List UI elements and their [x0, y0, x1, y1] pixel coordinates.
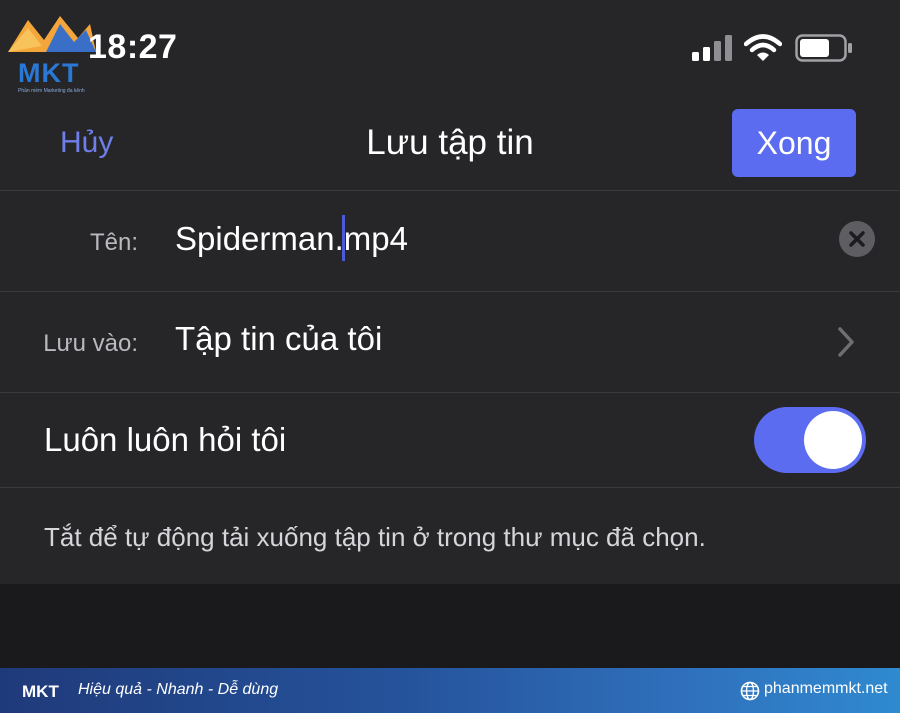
- clear-text-button[interactable]: [839, 221, 875, 257]
- save-location-row[interactable]: Lưu vào: Tập tin của tôi: [0, 292, 900, 393]
- wifi-icon: [744, 34, 782, 61]
- hint-text: Tắt để tự động tải xuống tập tin ở trong…: [44, 522, 706, 552]
- footer-slogan: Hiệu quả - Nhanh - Dễ dùng: [78, 681, 279, 698]
- always-ask-toggle[interactable]: [754, 407, 866, 473]
- file-name-input[interactable]: [172, 213, 808, 265]
- done-button[interactable]: Xong: [732, 109, 856, 177]
- globe-icon: [740, 681, 760, 701]
- footer-logo-text: MKT: [22, 682, 59, 701]
- status-bar: MKT Phần mềm Marketing đa kênh 18:27: [0, 0, 900, 95]
- save-location-label: Lưu vào:: [43, 330, 138, 357]
- nav-bar: Hủy Lưu tập tin Xong: [0, 95, 900, 191]
- cellular-signal-icon: [692, 35, 732, 61]
- chevron-right-icon[interactable]: [834, 325, 858, 359]
- empty-area: [0, 584, 900, 668]
- battery-icon: [795, 34, 852, 62]
- hint-row: Tắt để tự động tải xuống tập tin ở trong…: [0, 488, 900, 584]
- footer-url[interactable]: phanmemmkt.net: [764, 680, 888, 698]
- close-icon: [849, 231, 865, 247]
- mkt-logo-subtitle: Phần mềm Marketing đa kênh: [18, 88, 85, 94]
- file-name-label: Tên:: [89, 229, 138, 256]
- save-location-value: Tập tin của tôi: [175, 320, 383, 357]
- footer-banner: MKT Hiệu quả - Nhanh - Dễ dùng phanmemmk…: [0, 668, 900, 713]
- mkt-logo-text: MKT: [18, 58, 80, 88]
- always-ask-row: Luôn luôn hỏi tôi: [0, 393, 900, 488]
- text-caret: [342, 215, 345, 261]
- always-ask-label: Luôn luôn hỏi tôi: [44, 421, 287, 458]
- toggle-knob: [804, 411, 862, 469]
- status-time: 18:27: [88, 28, 178, 66]
- file-name-row: Tên:: [0, 191, 900, 292]
- mkt-logo: MKT Phần mềm Marketing đa kênh: [6, 10, 98, 94]
